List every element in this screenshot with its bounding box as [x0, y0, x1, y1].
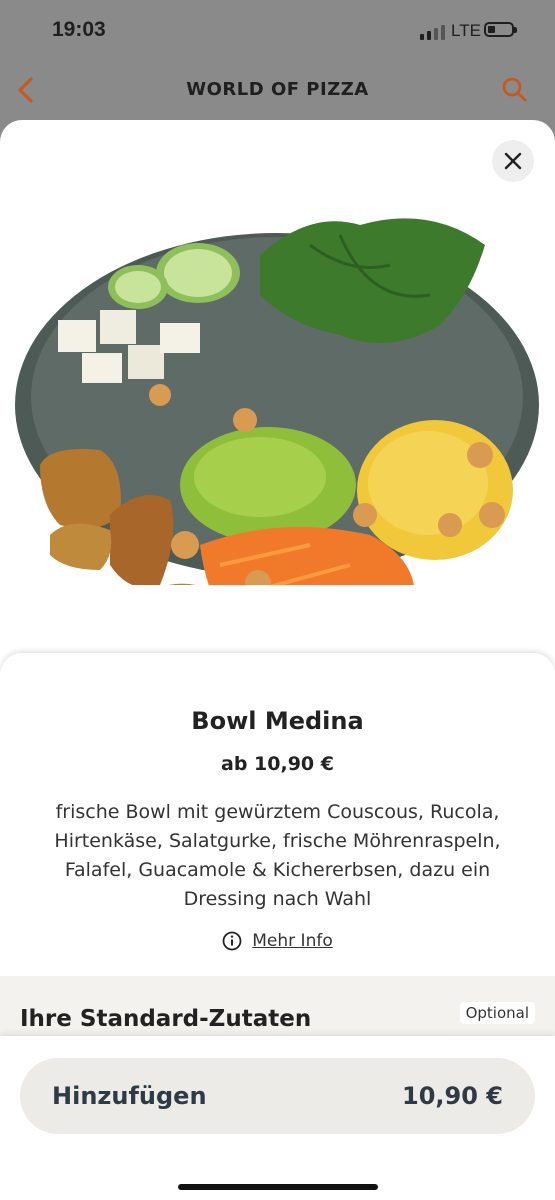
add-button-label: Hinzufügen	[52, 1082, 207, 1110]
info-icon	[222, 931, 242, 951]
page-title: WORLD OF PIZZA	[186, 79, 369, 100]
app-header: WORLD OF PIZZA	[0, 62, 555, 118]
product-price: ab 10,90 €	[221, 753, 334, 775]
search-icon[interactable]	[501, 76, 527, 102]
signal-icon	[420, 24, 446, 40]
more-info-link[interactable]: Mehr Info	[0, 931, 555, 951]
add-button-price: 10,90 €	[402, 1082, 503, 1110]
product-name: Bowl Medina	[191, 707, 364, 735]
product-info-card: Bowl Medina ab 10,90 € frische Bowl mit …	[0, 653, 555, 993]
add-to-cart-button[interactable]: Hinzufügen 10,90 €	[20, 1058, 535, 1134]
product-description: frische Bowl mit gewürztem Couscous, Ruc…	[54, 801, 501, 910]
battery-icon	[484, 22, 517, 37]
more-info-label: Mehr Info	[252, 931, 333, 951]
close-button[interactable]	[492, 140, 534, 182]
product-sheet: Bowl Medina ab 10,90 € frische Bowl mit …	[0, 120, 555, 1200]
status-time: 19:03	[52, 18, 106, 41]
section-title: Ihre Standard-Zutaten	[20, 1006, 312, 1032]
optional-badge: Optional	[459, 1002, 535, 1024]
footer-bar: Hinzufügen 10,90 €	[0, 1036, 555, 1200]
close-icon	[504, 152, 522, 170]
home-indicator[interactable]	[178, 1184, 378, 1190]
status-bar: 19:03 LTE	[0, 0, 555, 62]
product-image	[15, 218, 539, 585]
network-label: LTE	[451, 21, 481, 40]
